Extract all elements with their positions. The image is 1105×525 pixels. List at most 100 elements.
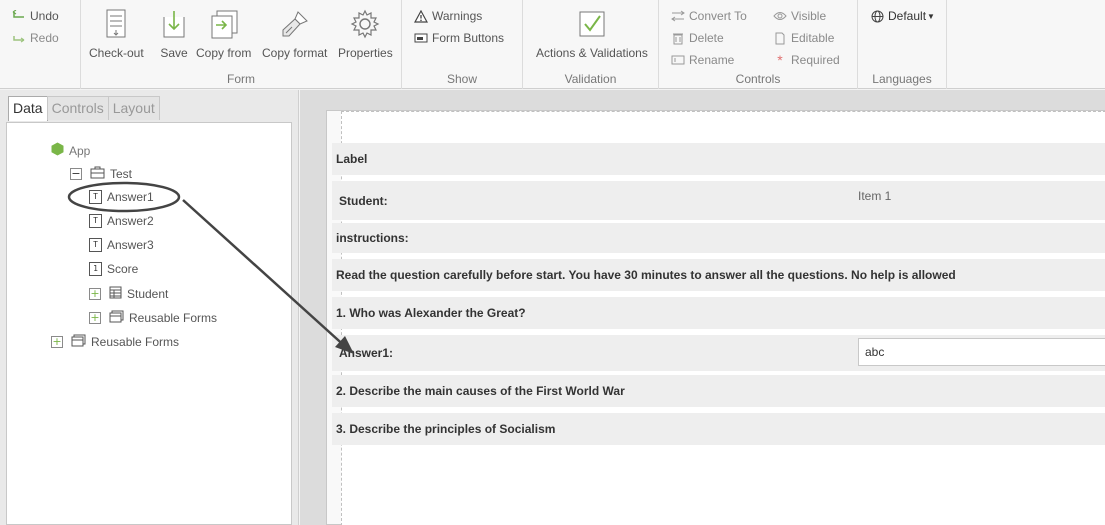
controls-group-label: Controls bbox=[735, 72, 781, 86]
question-3-text: 3. Describe the principles of Socialism bbox=[336, 422, 556, 436]
editable-toggle[interactable]: Editable bbox=[773, 31, 834, 45]
paintbrush-icon bbox=[279, 8, 311, 40]
expand-icon[interactable]: + bbox=[89, 312, 101, 324]
editable-label: Editable bbox=[791, 31, 835, 45]
visible-toggle[interactable]: Visible bbox=[773, 9, 826, 23]
globe-icon bbox=[870, 9, 884, 23]
tree-node-reusable-forms-root[interactable]: + Reusable Forms bbox=[51, 334, 179, 350]
tree-label-answer3: Answer3 bbox=[107, 238, 154, 252]
form-group: Check-out Save Copy from Copy format Pro… bbox=[80, 0, 402, 89]
tree-node-answer2[interactable]: T Answer2 bbox=[89, 214, 154, 228]
form-label-text: Label bbox=[336, 152, 368, 166]
eye-icon bbox=[773, 9, 787, 23]
caret-down-icon: ▼ bbox=[927, 11, 935, 21]
tree-node-reusable-forms-child[interactable]: + Reusable Forms bbox=[89, 310, 217, 326]
expand-icon[interactable]: + bbox=[89, 288, 101, 300]
language-label: Default bbox=[888, 9, 927, 23]
grid-icon bbox=[109, 286, 122, 302]
checkbox-check-icon bbox=[576, 8, 608, 40]
answer1-input[interactable]: abc bbox=[858, 338, 1105, 366]
rename-icon bbox=[671, 53, 685, 67]
show-group: Warnings Form Buttons Show bbox=[402, 0, 523, 89]
tree-node-answer1[interactable]: T Answer1 bbox=[89, 190, 154, 204]
convert-icon bbox=[671, 9, 685, 23]
form-buttons-toggle[interactable]: Form Buttons bbox=[414, 31, 504, 45]
forms-stack-icon bbox=[109, 310, 124, 326]
text-field-icon: T bbox=[89, 238, 102, 252]
save-label: Save bbox=[160, 46, 188, 60]
validation-group-label: Validation bbox=[564, 72, 617, 86]
tree-label-answer1: Answer1 bbox=[107, 190, 154, 204]
tree-node-test[interactable]: − Test bbox=[70, 166, 132, 182]
form-designer-canvas: Label Student: Item 1 instructions: Read… bbox=[300, 90, 1105, 525]
tree-node-score[interactable]: 1 Score bbox=[89, 262, 138, 276]
delete-button[interactable]: Delete bbox=[671, 31, 724, 45]
tab-layout[interactable]: Layout bbox=[107, 96, 160, 120]
properties-button[interactable]: Properties bbox=[338, 8, 393, 60]
form-row-instructions-label[interactable]: instructions: bbox=[332, 223, 1105, 253]
hexagon-icon bbox=[51, 142, 64, 159]
save-button[interactable]: Save bbox=[158, 8, 190, 60]
warnings-label: Warnings bbox=[432, 9, 483, 23]
left-tabs: Data Controls Layout bbox=[8, 96, 160, 121]
expand-icon[interactable]: + bbox=[51, 336, 63, 348]
form-buttons-label: Form Buttons bbox=[432, 31, 505, 45]
gear-icon bbox=[349, 8, 381, 40]
form-row-instructions-text[interactable]: Read the question carefully before start… bbox=[332, 259, 1105, 291]
rename-label: Rename bbox=[689, 53, 735, 67]
number-field-icon: 1 bbox=[89, 262, 102, 276]
redo-icon bbox=[12, 31, 26, 45]
copy-from-icon bbox=[208, 8, 240, 40]
form-row-label[interactable]: Label bbox=[332, 143, 1105, 175]
undo-button[interactable]: Undo bbox=[12, 9, 59, 23]
redo-label: Redo bbox=[30, 31, 59, 45]
delete-label: Delete bbox=[689, 31, 724, 45]
form-row-student[interactable]: Student: Item 1 bbox=[332, 181, 1105, 220]
tree-label-test: Test bbox=[110, 167, 133, 181]
copy-from-label: Copy from bbox=[196, 46, 252, 60]
tree-node-answer3[interactable]: T Answer3 bbox=[89, 238, 154, 252]
student-item-value[interactable]: Item 1 bbox=[858, 189, 891, 203]
text-field-icon: T bbox=[89, 214, 102, 228]
tree-label-student: Student bbox=[127, 287, 169, 301]
form-row-question-3[interactable]: 3. Describe the principles of Socialism bbox=[332, 413, 1105, 445]
document-edit-icon bbox=[773, 31, 787, 45]
instructions-label: instructions: bbox=[336, 231, 409, 245]
required-label: Required bbox=[791, 53, 840, 67]
properties-label: Properties bbox=[338, 46, 393, 60]
rename-button[interactable]: Rename bbox=[671, 53, 734, 67]
left-panel: Data Controls Layout App − Test T Answer… bbox=[0, 90, 299, 525]
tab-data[interactable]: Data bbox=[8, 96, 48, 121]
forms-stack-icon bbox=[71, 334, 86, 350]
trash-icon bbox=[671, 31, 685, 45]
warnings-toggle[interactable]: Warnings bbox=[414, 9, 482, 23]
save-icon bbox=[158, 8, 190, 40]
checkout-button[interactable]: Check-out bbox=[89, 8, 144, 60]
form-buttons-icon bbox=[414, 31, 428, 45]
copy-format-button[interactable]: Copy format bbox=[262, 8, 327, 60]
show-group-label: Show bbox=[446, 72, 478, 86]
actions-validations-button[interactable]: Actions & Validations bbox=[536, 8, 648, 60]
copy-from-button[interactable]: Copy from bbox=[196, 8, 251, 60]
validation-group: Actions & Validations Validation bbox=[523, 0, 659, 89]
tree-label-answer2: Answer2 bbox=[107, 214, 154, 228]
actions-validations-label: Actions & Validations bbox=[536, 46, 648, 60]
languages-group: Default ▼ Languages bbox=[858, 0, 947, 89]
form-row-question-1[interactable]: 1. Who was Alexander the Great? bbox=[332, 297, 1105, 329]
question-2-text: 2. Describe the main causes of the First… bbox=[336, 384, 625, 398]
convert-to-button[interactable]: Convert To bbox=[671, 9, 747, 23]
collapse-icon[interactable]: − bbox=[70, 168, 82, 180]
text-field-icon: T bbox=[89, 190, 102, 204]
language-dropdown[interactable]: Default ▼ bbox=[870, 9, 935, 23]
tree-label-reusable-forms-child: Reusable Forms bbox=[129, 311, 218, 325]
tab-controls[interactable]: Controls bbox=[46, 96, 109, 120]
form-row-question-2[interactable]: 2. Describe the main causes of the First… bbox=[332, 375, 1105, 407]
redo-button[interactable]: Redo bbox=[12, 31, 59, 45]
tree-node-student[interactable]: + Student bbox=[89, 286, 168, 302]
convert-to-label: Convert To bbox=[689, 9, 747, 23]
required-toggle[interactable]: * Required bbox=[773, 53, 840, 67]
tree-node-app[interactable]: App bbox=[51, 142, 90, 159]
checkout-label: Check-out bbox=[89, 46, 144, 60]
data-tree: App − Test T Answer1 T Answer2 T Answer3… bbox=[6, 122, 292, 525]
tree-label-score: Score bbox=[107, 262, 139, 276]
